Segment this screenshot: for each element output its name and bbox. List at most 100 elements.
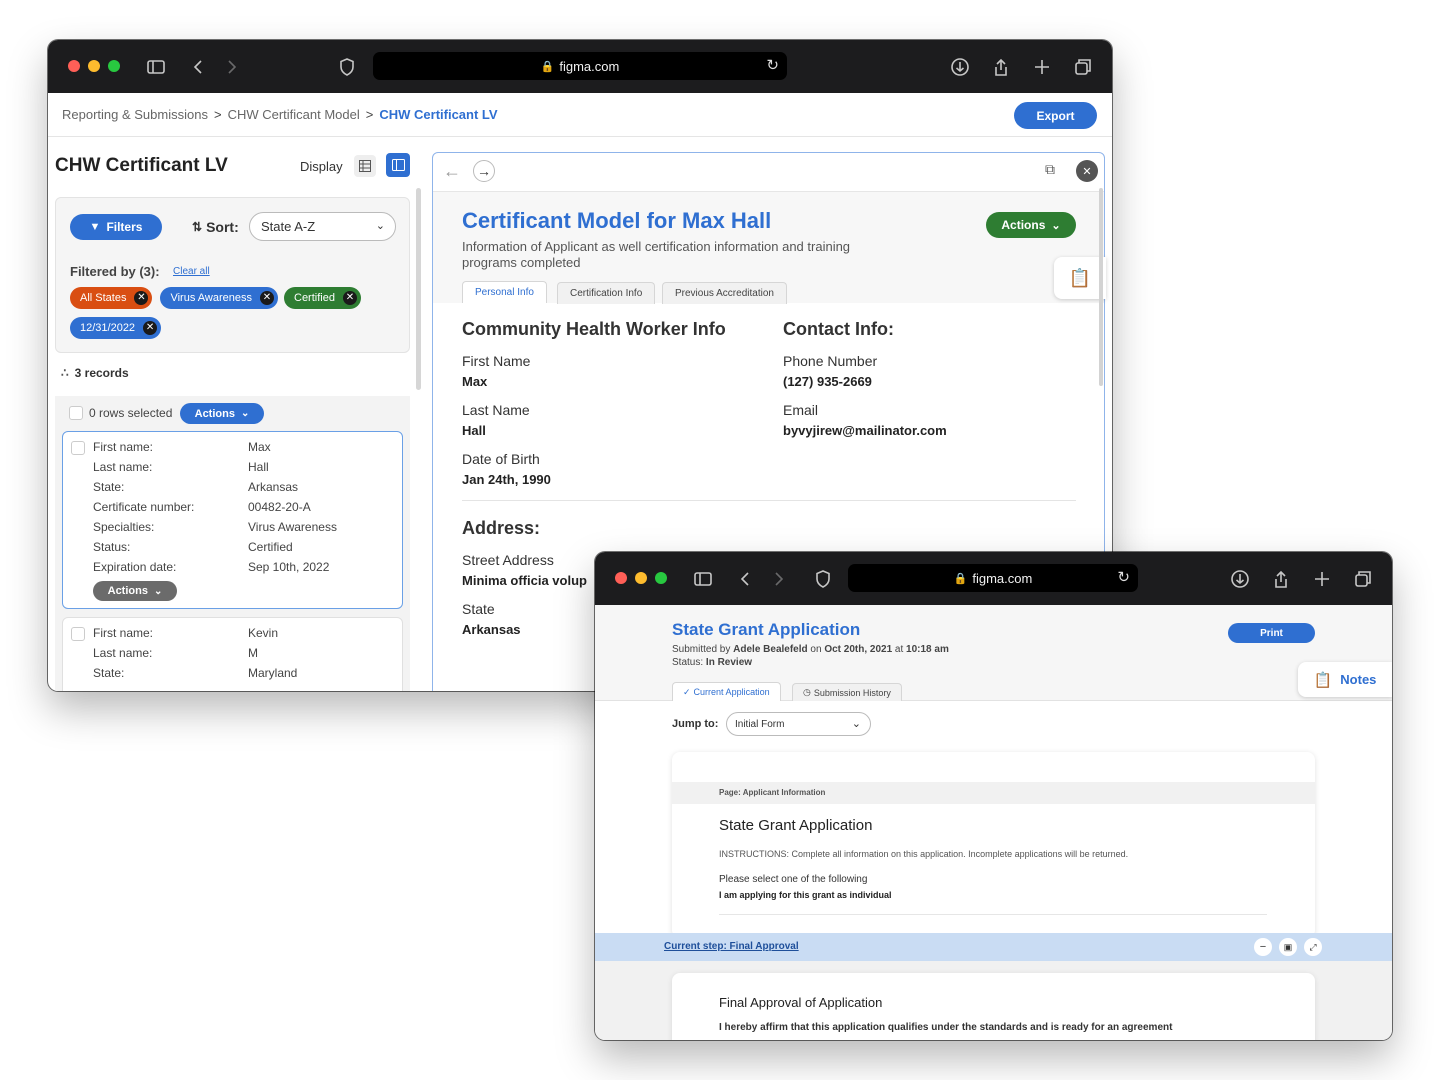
application-header: State Grant Application Submitted by Ade… — [595, 605, 1392, 701]
street-label: Street Address — [462, 552, 554, 568]
filter-chip-all-states[interactable]: All States ✕ — [70, 287, 153, 309]
new-tab-icon[interactable] — [1031, 56, 1053, 78]
new-tab-icon[interactable] — [1311, 568, 1333, 590]
shield-icon[interactable] — [336, 56, 358, 78]
tabs-overview-icon[interactable] — [1352, 568, 1374, 590]
tab-certification-info[interactable]: Certification Info — [557, 282, 656, 304]
record-actions-button[interactable]: Actions ⌄ — [93, 581, 177, 601]
maximize-window-button[interactable] — [655, 572, 667, 584]
detail-scrollbar[interactable] — [1099, 188, 1103, 386]
browser-window-grant: 🔒 figma.com ↻ State Grant Application Su… — [595, 552, 1392, 1040]
tab-label: Current Application — [693, 687, 770, 697]
forward-icon[interactable] — [767, 568, 789, 590]
field-label: First name: — [93, 440, 154, 454]
filter-chip-date[interactable]: 12/31/2022 ✕ — [70, 317, 162, 339]
address-bar[interactable]: 🔒 figma.com ↻ — [373, 52, 787, 80]
forward-icon[interactable] — [220, 56, 242, 78]
filter-chip-virus-awareness[interactable]: Virus Awareness ✕ — [160, 287, 278, 309]
back-arrow-icon[interactable]: ← — [443, 161, 461, 182]
state-value: Arkansas — [462, 622, 521, 637]
remove-chip-icon[interactable]: ✕ — [342, 291, 357, 305]
record-checkbox[interactable] — [71, 441, 85, 455]
submitted-date: Oct 20th, 2021 — [824, 644, 893, 655]
application-title: State Grant Application — [672, 620, 861, 639]
jump-to-select[interactable]: Initial Form ⌄ — [726, 712, 871, 736]
record-checkbox[interactable] — [71, 627, 85, 641]
form-instructions: INSTRUCTIONS: Complete all information o… — [719, 849, 1129, 859]
tab-previous-accreditation[interactable]: Previous Accreditation — [662, 282, 787, 304]
final-approval-text: I hereby affirm that this application qu… — [719, 1022, 1173, 1033]
url-text: figma.com — [559, 58, 620, 74]
close-window-button[interactable] — [68, 60, 80, 72]
tab-submission-history[interactable]: ◷ Submission History — [792, 683, 902, 701]
url-text: figma.com — [972, 570, 1033, 586]
minimize-icon[interactable]: − — [1254, 938, 1272, 956]
breadcrumb-item-model[interactable]: CHW Certificant Model — [228, 107, 360, 122]
breadcrumb-item-reporting[interactable]: Reporting & Submissions — [62, 107, 208, 122]
breadcrumb-bar: Reporting & Submissions > CHW Certifican… — [48, 93, 1112, 137]
table-view-icon[interactable] — [354, 155, 376, 177]
print-button[interactable]: Print — [1228, 623, 1315, 643]
filters-button[interactable]: ▼ Filters — [70, 214, 162, 240]
sort-label-group: ⇅ Sort: — [192, 219, 239, 235]
form-card: Page: Applicant Information State Grant … — [672, 752, 1315, 938]
select-prompt: Please select one of the following — [719, 874, 868, 885]
field-label: Specialties: — [93, 520, 155, 534]
restore-icon[interactable]: ▣ — [1279, 938, 1297, 956]
filter-chip-certified[interactable]: Certified ✕ — [284, 287, 361, 309]
remove-chip-icon[interactable]: ✕ — [134, 291, 149, 305]
shield-icon[interactable] — [812, 568, 834, 590]
download-icon[interactable] — [949, 56, 971, 78]
download-icon[interactable] — [1229, 568, 1251, 590]
filter-chips: All States ✕ Virus Awareness ✕ Certified ✕ … — [70, 287, 400, 339]
sort-icon: ⇅ — [192, 220, 203, 234]
contact-info-heading: Contact Info: — [783, 319, 894, 339]
filter-icon: ▼ — [89, 221, 101, 233]
expand-icon[interactable]: ⤢ — [1304, 938, 1322, 956]
maximize-window-button[interactable] — [108, 60, 120, 72]
detail-actions-button[interactable]: Actions ⌄ — [986, 212, 1076, 238]
minimize-window-button[interactable] — [88, 60, 100, 72]
field-label: State: — [93, 666, 125, 680]
clear-all-link[interactable]: Clear all — [173, 266, 210, 277]
sidebar-toggle-icon[interactable] — [145, 56, 167, 78]
notes-button[interactable]: 📋 Notes — [1298, 662, 1392, 697]
breadcrumb-item-current[interactable]: CHW Certificant LV — [379, 107, 497, 122]
select-all-row: 0 rows selected — [69, 406, 172, 420]
record-card[interactable]: First name: Max Last name: Hall State: Arka… — [62, 431, 403, 609]
minimize-window-button[interactable] — [635, 572, 647, 584]
tabs-overview-icon[interactable] — [1072, 56, 1094, 78]
records-icon: ∴ — [61, 366, 69, 380]
breadcrumb-separator: > — [213, 107, 222, 122]
tab-personal-info[interactable]: Personal Info — [462, 281, 547, 303]
sidebar-toggle-icon[interactable] — [692, 568, 714, 590]
reload-icon[interactable]: ↻ — [766, 56, 779, 74]
breadcrumb: Reporting & Submissions > CHW Certifican… — [62, 107, 498, 122]
sort-select[interactable]: State A-Z ⌄ — [249, 212, 396, 241]
record-field-row: Certificate number: 00482-20-A — [93, 497, 393, 517]
current-step-link[interactable]: Current step: Final Approval — [664, 941, 799, 952]
close-window-button[interactable] — [615, 572, 627, 584]
back-icon[interactable] — [735, 568, 757, 590]
status-label: Status: — [672, 657, 704, 668]
close-panel-icon[interactable]: ✕ — [1076, 160, 1098, 182]
share-icon[interactable] — [1270, 568, 1292, 590]
share-icon[interactable] — [990, 56, 1012, 78]
record-field-row: Last name: M — [93, 643, 393, 663]
record-card[interactable]: First name: Kevin Last name: M State: Maryl… — [62, 617, 403, 691]
open-external-icon[interactable]: ⧉ — [1045, 161, 1055, 178]
remove-chip-icon[interactable]: ✕ — [143, 321, 158, 335]
tab-current-application[interactable]: ✓ Current Application — [672, 682, 781, 701]
forward-arrow-icon[interactable]: → — [473, 160, 495, 182]
reload-icon[interactable]: ↻ — [1117, 568, 1130, 586]
list-scrollbar[interactable] — [416, 188, 421, 390]
address-bar[interactable]: 🔒 figma.com ↻ — [848, 564, 1138, 592]
tab-label: Submission History — [813, 687, 891, 698]
card-view-icon[interactable] — [386, 153, 410, 177]
export-button[interactable]: Export — [1014, 102, 1097, 129]
back-icon[interactable] — [188, 56, 210, 78]
bulk-actions-button[interactable]: Actions ⌄ — [180, 403, 264, 424]
record-field-row: Specialties: Virus Awareness — [93, 517, 393, 537]
select-all-checkbox[interactable] — [69, 406, 83, 420]
remove-chip-icon[interactable]: ✕ — [260, 291, 274, 305]
